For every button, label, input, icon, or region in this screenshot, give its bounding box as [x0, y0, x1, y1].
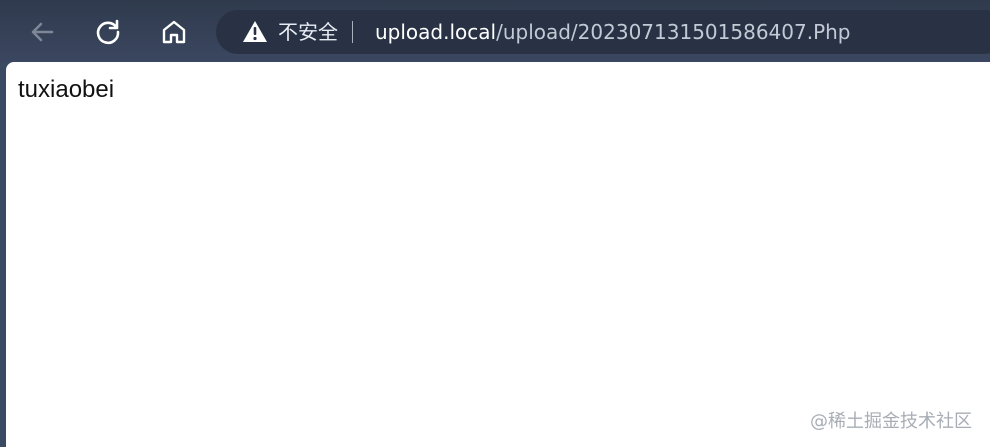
browser-toolbar: 不安全 upload.local/upload/2023071315015864… [0, 0, 990, 62]
page-text: tuxiaobei [18, 76, 115, 103]
url-text[interactable]: upload.local/upload/20230713150158640​7.… [375, 10, 851, 54]
page-content: tuxiaobei @稀土掘金技术社区 [6, 62, 990, 447]
address-bar[interactable]: 不安全 upload.local/upload/2023071315015864… [216, 10, 990, 54]
url-host: upload.local [375, 20, 497, 44]
arrow-left-icon [31, 22, 54, 42]
home-icon [162, 20, 186, 44]
url-path: /upload/20230713150158640​7.Php [496, 20, 851, 44]
home-button[interactable] [154, 12, 194, 52]
reload-icon [96, 19, 120, 45]
address-separator [352, 21, 353, 43]
back-button[interactable] [22, 12, 62, 52]
watermark: @稀土掘金技术社区 [810, 411, 972, 432]
warning-icon[interactable] [242, 19, 268, 45]
reload-button[interactable] [88, 12, 128, 52]
security-label[interactable]: 不安全 [278, 10, 338, 54]
